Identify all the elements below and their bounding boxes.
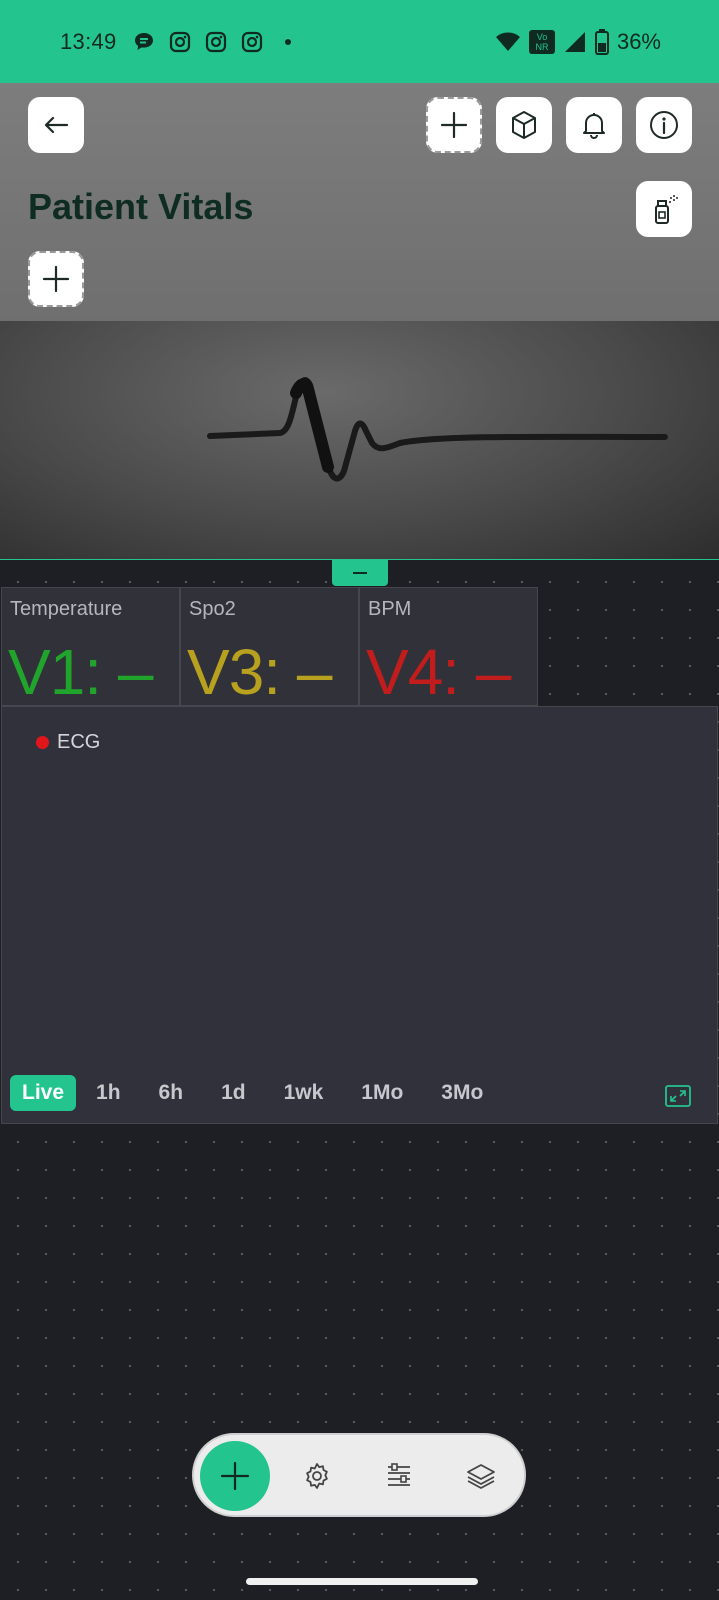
system-icons: Vo NR 36%	[495, 28, 661, 55]
instagram-icon	[169, 31, 191, 53]
dot-icon	[277, 31, 299, 53]
add-widget-fab[interactable]	[200, 1441, 270, 1511]
minus-icon	[353, 572, 367, 574]
settings-button[interactable]	[300, 1459, 334, 1493]
add-widget-button[interactable]	[28, 251, 84, 307]
notifications-button[interactable]	[566, 97, 622, 153]
back-arrow-icon	[41, 110, 71, 140]
range-6h[interactable]: 6h	[147, 1075, 196, 1111]
time-range-selector: Live 1h 6h 1d 1wk 1Mo 3Mo	[10, 1075, 509, 1111]
range-live[interactable]: Live	[10, 1075, 77, 1111]
collapse-header-button[interactable]	[332, 560, 388, 586]
plus-icon	[41, 264, 71, 294]
page-title: Patient Vitals	[28, 186, 254, 227]
vonr-bottom-text: NR	[535, 42, 548, 52]
temperature-widget[interactable]: Temperature V1: –	[1, 587, 180, 706]
cube-icon	[508, 109, 540, 141]
filters-button[interactable]	[382, 1459, 416, 1493]
dashboard-header: Patient Vitals	[0, 83, 719, 321]
instagram-icon	[241, 31, 263, 53]
chat-bubble-icon	[133, 31, 155, 53]
widget-label: Temperature	[10, 598, 123, 620]
add-header-widget-button[interactable]	[426, 97, 482, 153]
widget-label: BPM	[368, 598, 412, 620]
edit-toolbar	[192, 1433, 526, 1517]
layers-button[interactable]	[464, 1459, 498, 1493]
range-1d[interactable]: 1d	[209, 1075, 258, 1111]
range-1mo[interactable]: 1Mo	[349, 1075, 415, 1111]
chart-legend: ECG	[36, 731, 100, 754]
expand-icon[interactable]	[665, 1085, 691, 1112]
status-bar: 13:49 Vo NR 36%	[0, 0, 719, 83]
device-button[interactable]	[496, 97, 552, 153]
legend-label: ECG	[57, 731, 101, 753]
signal-icon	[563, 30, 587, 54]
ecg-chart-widget[interactable]: ECG Live 1h 6h 1d 1wk 1Mo 3Mo	[1, 706, 718, 1124]
widget-label: Spo2	[189, 598, 236, 620]
home-indicator[interactable]	[246, 1578, 478, 1585]
info-button[interactable]	[636, 97, 692, 153]
vonr-top-text: Vo	[537, 32, 548, 42]
range-1h[interactable]: 1h	[84, 1075, 133, 1111]
spray-action-button[interactable]	[636, 181, 692, 237]
wifi-icon	[495, 31, 521, 53]
sliders-icon	[384, 1461, 414, 1491]
plus-icon	[439, 110, 469, 140]
spo2-widget[interactable]: Spo2 V3: –	[180, 587, 359, 706]
widget-value: V1: –	[8, 636, 153, 708]
range-1wk[interactable]: 1wk	[272, 1075, 336, 1111]
info-icon	[648, 109, 680, 141]
back-button[interactable]	[28, 97, 84, 153]
gear-icon	[302, 1461, 332, 1491]
vonr-icon: Vo NR	[528, 29, 555, 54]
status-time: 13:49	[60, 28, 117, 54]
layers-icon	[465, 1461, 497, 1491]
spray-bottle-icon	[649, 193, 679, 225]
instagram-icon	[205, 31, 227, 53]
widget-value: V4: –	[366, 636, 511, 708]
add-icon	[220, 1461, 250, 1491]
ecg-banner-image	[0, 321, 719, 559]
battery-icon	[594, 28, 609, 55]
bpm-widget[interactable]: BPM V4: –	[359, 587, 538, 706]
widget-value: V3: –	[187, 636, 332, 708]
notification-icons	[133, 31, 299, 53]
legend-dot	[36, 736, 49, 749]
bell-icon	[579, 110, 609, 140]
range-3mo[interactable]: 3Mo	[429, 1075, 495, 1111]
battery-percent: 36%	[616, 28, 661, 54]
